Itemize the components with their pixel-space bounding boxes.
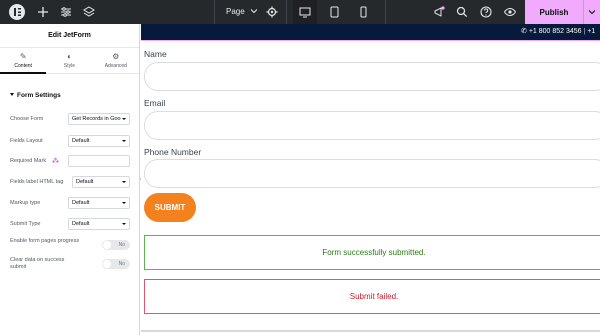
half-circle-icon: ◐ [67, 52, 72, 61]
editor-panel: Edit JetForm ✎ Content ◐ Style ⚙ Advance… [0, 24, 140, 335]
toggle-knob [103, 241, 111, 249]
submit-type-select[interactable]: Default [68, 218, 130, 230]
notifications-megaphone-icon[interactable] [432, 5, 446, 19]
fields-layout-select[interactable]: Default [68, 135, 130, 147]
widget-outline [141, 40, 600, 41]
enable-progress-toggle[interactable]: No [102, 240, 130, 250]
phone-label: Phone Number [144, 147, 202, 157]
preview-canvas: ✆ +1 800 852 3456 | +1 Name Email Phone … [141, 24, 600, 335]
submit-button[interactable]: SUBMIT [144, 193, 196, 222]
publish-options-button[interactable] [583, 0, 600, 24]
tab-advanced[interactable]: ⚙ Advanced [93, 48, 139, 73]
toggle-label: No [118, 261, 125, 267]
panel-tabs: ✎ Content ◐ Style ⚙ Advanced [0, 48, 139, 74]
help-icon[interactable] [479, 5, 493, 19]
divider [385, 0, 386, 24]
control-label: Fields Layout [10, 138, 43, 144]
email-input[interactable] [144, 111, 600, 140]
control-label: Submit Type [10, 221, 41, 227]
desktop-icon[interactable] [293, 0, 317, 24]
control-label: Markup type [10, 200, 41, 206]
phone-number: +1 800 852 3456 [528, 28, 582, 35]
tab-label: Content [14, 63, 32, 69]
email-label: Email [144, 98, 166, 108]
clear-data-toggle[interactable]: No [102, 259, 130, 269]
header-phone: ✆ +1 800 852 3456 | +1 [521, 27, 595, 35]
phone-input[interactable] [144, 159, 600, 188]
plus-icon[interactable] [36, 5, 50, 19]
toggle-knob [103, 260, 111, 268]
layers-icon[interactable] [82, 5, 96, 19]
chevron-down-icon [588, 10, 596, 15]
name-label: Name [144, 49, 167, 59]
elementor-logo-icon[interactable] [9, 4, 25, 20]
divider [286, 0, 287, 24]
success-message: Form successfully submitted. [144, 235, 600, 270]
markup-type-select[interactable]: Default [68, 197, 130, 209]
chevron-down-icon [250, 9, 258, 14]
pencil-icon: ✎ [19, 52, 27, 61]
control-label: Choose Form [10, 116, 44, 122]
control-label: Fields label HTML tag [10, 179, 64, 185]
fields-label-tag-select[interactable]: Default [72, 176, 130, 188]
divider: | [583, 28, 588, 35]
error-message: Submit failed. [144, 279, 600, 314]
tab-label: Advanced [104, 63, 127, 69]
page-selector[interactable]: Page [226, 7, 258, 16]
control-label: Clear data on success submit [10, 257, 65, 270]
dynamic-tags-icon[interactable]: ⁂ [52, 158, 59, 165]
control-enable-progress: Enable form pages progress No [10, 238, 130, 252]
canvas-scrollbar[interactable] [141, 330, 600, 332]
choose-form-select[interactable]: Get Records in Goo [68, 113, 130, 125]
tab-style[interactable]: ◐ Style [46, 48, 92, 73]
phone-number-truncated: +1 [587, 28, 596, 35]
toggle-label: No [118, 242, 125, 248]
tablet-icon[interactable] [322, 0, 346, 24]
preview-eye-icon[interactable] [503, 5, 517, 19]
gear-icon: ⚙ [112, 52, 120, 61]
section-form-settings[interactable]: Form Settings [10, 92, 61, 99]
control-clear-data: Clear data on success submit No [10, 257, 130, 271]
publish-button[interactable]: Publish [525, 0, 583, 24]
sliders-icon[interactable] [59, 5, 73, 19]
editor-topbar: Page Publish [0, 0, 600, 24]
search-icon[interactable] [455, 5, 469, 19]
required-mark-input[interactable] [68, 155, 130, 167]
control-label: Enable form pages progress [10, 238, 80, 244]
page-settings-gear-icon[interactable] [265, 5, 279, 19]
mobile-icon[interactable] [351, 0, 375, 24]
site-header-bar: ✆ +1 800 852 3456 | +1 [141, 24, 600, 40]
control-label: Required Mark [10, 158, 47, 164]
panel-title: Edit JetForm [0, 24, 139, 48]
tab-content[interactable]: ✎ Content [0, 48, 47, 74]
name-input[interactable] [144, 62, 600, 91]
phone-icon: ✆ [521, 28, 527, 35]
tab-label: Style [63, 63, 76, 69]
divider [214, 0, 215, 24]
page-label: Page [226, 7, 245, 16]
